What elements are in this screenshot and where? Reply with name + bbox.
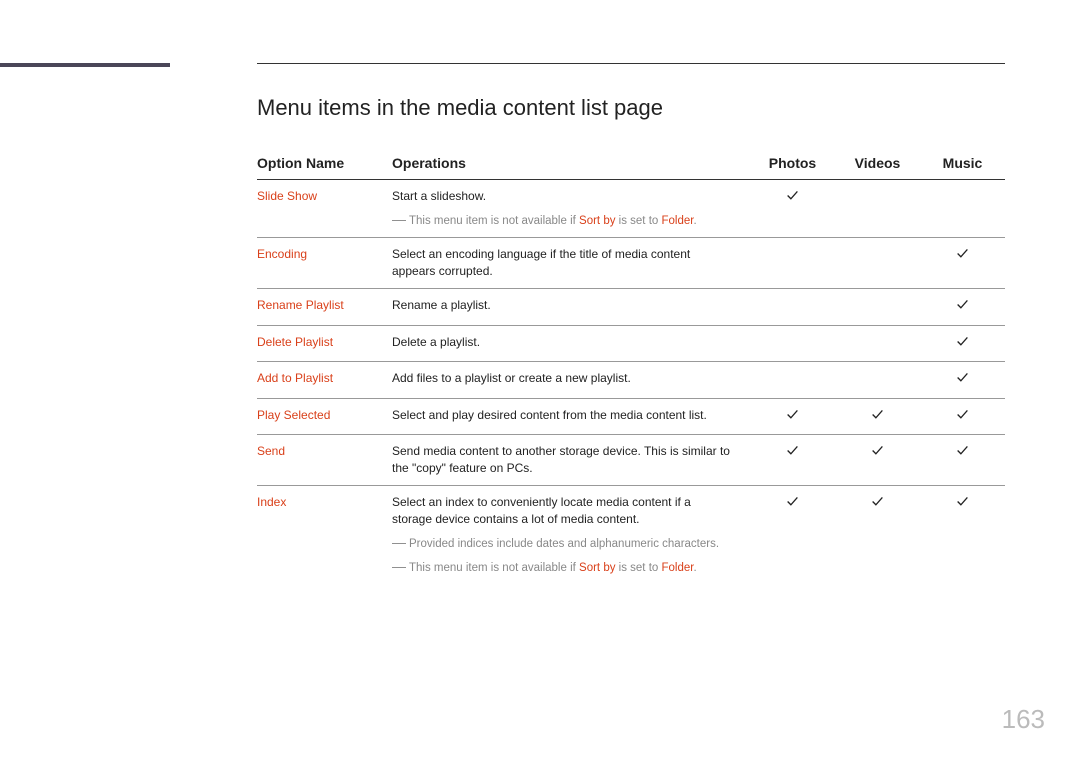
operations-cell: Add files to a playlist or create a new … bbox=[392, 362, 750, 399]
videos-cell bbox=[835, 180, 920, 238]
operations-description: Send media content to another storage de… bbox=[392, 443, 730, 477]
photos-cell bbox=[750, 238, 835, 289]
note-mid: is set to bbox=[615, 215, 661, 227]
operations-description: Select and play desired content from the… bbox=[392, 407, 730, 424]
note-text: ―This menu item is not available if Sort… bbox=[392, 557, 730, 577]
note-text: ―Provided indices include dates and alph… bbox=[392, 533, 730, 553]
photos-cell bbox=[750, 362, 835, 399]
table-header-row: Option Name Operations Photos Videos Mus… bbox=[257, 149, 1005, 180]
videos-cell bbox=[835, 238, 920, 289]
check-icon bbox=[871, 408, 884, 424]
photos-cell bbox=[750, 325, 835, 362]
table-row: Play SelectedSelect and play desired con… bbox=[257, 398, 1005, 435]
photos-cell bbox=[750, 398, 835, 435]
option-name-cell: Encoding bbox=[257, 238, 392, 289]
page-content: Menu items in the media content list pag… bbox=[257, 95, 1005, 585]
option-name-cell: Play Selected bbox=[257, 398, 392, 435]
music-cell bbox=[920, 325, 1005, 362]
note-highlight: Folder bbox=[662, 562, 694, 574]
header-operations: Operations bbox=[392, 149, 750, 180]
top-horizontal-rule bbox=[257, 63, 1005, 64]
operations-description: Select an encoding language if the title… bbox=[392, 246, 730, 280]
operations-cell: Select an encoding language if the title… bbox=[392, 238, 750, 289]
page-title: Menu items in the media content list pag… bbox=[257, 95, 1005, 121]
check-icon bbox=[786, 444, 799, 460]
option-name-cell: Delete Playlist bbox=[257, 325, 392, 362]
photos-cell bbox=[750, 180, 835, 238]
option-name-cell: Slide Show bbox=[257, 180, 392, 238]
note-dash-icon: ― bbox=[392, 211, 406, 227]
check-icon bbox=[956, 247, 969, 263]
note-dash-icon: ― bbox=[392, 558, 406, 574]
decorative-accent-bar bbox=[0, 63, 170, 67]
photos-cell bbox=[750, 435, 835, 486]
note-prefix: This menu item is not available if bbox=[409, 562, 579, 574]
operations-cell: Start a slideshow. ―This menu item is not… bbox=[392, 180, 750, 238]
operations-description: Add files to a playlist or create a new … bbox=[392, 370, 730, 387]
music-cell bbox=[920, 238, 1005, 289]
option-name-cell: Send bbox=[257, 435, 392, 486]
option-name-cell: Rename Playlist bbox=[257, 288, 392, 325]
check-icon bbox=[786, 189, 799, 205]
check-icon bbox=[871, 444, 884, 460]
photos-cell bbox=[750, 485, 835, 584]
option-name-cell: Index bbox=[257, 485, 392, 584]
option-name-cell: Add to Playlist bbox=[257, 362, 392, 399]
videos-cell bbox=[835, 485, 920, 584]
operations-description: Start a slideshow. bbox=[392, 188, 730, 205]
header-photos: Photos bbox=[750, 149, 835, 180]
operations-cell: Delete a playlist. bbox=[392, 325, 750, 362]
operations-description: Delete a playlist. bbox=[392, 334, 730, 351]
music-cell bbox=[920, 435, 1005, 486]
check-icon bbox=[956, 495, 969, 511]
music-cell bbox=[920, 362, 1005, 399]
header-music: Music bbox=[920, 149, 1005, 180]
videos-cell bbox=[835, 288, 920, 325]
note-text: ―This menu item is not available if Sort… bbox=[392, 210, 730, 230]
menu-items-table: Option Name Operations Photos Videos Mus… bbox=[257, 149, 1005, 585]
note-mid: is set to bbox=[615, 562, 661, 574]
operations-cell: Rename a playlist. bbox=[392, 288, 750, 325]
operations-cell: Select and play desired content from the… bbox=[392, 398, 750, 435]
check-icon bbox=[786, 495, 799, 511]
operations-description: Select an index to conveniently locate m… bbox=[392, 494, 730, 528]
table-row: SendSend media content to another storag… bbox=[257, 435, 1005, 486]
check-icon bbox=[956, 335, 969, 351]
videos-cell bbox=[835, 398, 920, 435]
note-suffix: . bbox=[693, 215, 696, 227]
note-highlight: Sort by bbox=[579, 215, 615, 227]
header-option-name: Option Name bbox=[257, 149, 392, 180]
table-row: IndexSelect an index to conveniently loc… bbox=[257, 485, 1005, 584]
music-cell bbox=[920, 485, 1005, 584]
music-cell bbox=[920, 180, 1005, 238]
music-cell bbox=[920, 288, 1005, 325]
note-dash-icon: ― bbox=[392, 534, 406, 550]
music-cell bbox=[920, 398, 1005, 435]
check-icon bbox=[956, 371, 969, 387]
check-icon bbox=[871, 495, 884, 511]
operations-cell: Select an index to conveniently locate m… bbox=[392, 485, 750, 584]
note-prefix: This menu item is not available if bbox=[409, 215, 579, 227]
table-row: Slide ShowStart a slideshow. ―This menu i… bbox=[257, 180, 1005, 238]
note-highlight: Folder bbox=[662, 215, 694, 227]
check-icon bbox=[956, 444, 969, 460]
check-icon bbox=[786, 408, 799, 424]
videos-cell bbox=[835, 435, 920, 486]
table-row: Delete PlaylistDelete a playlist. bbox=[257, 325, 1005, 362]
check-icon bbox=[956, 408, 969, 424]
check-icon bbox=[956, 298, 969, 314]
note-prefix: Provided indices include dates and alpha… bbox=[409, 538, 719, 550]
videos-cell bbox=[835, 362, 920, 399]
note-suffix: . bbox=[693, 562, 696, 574]
note-highlight: Sort by bbox=[579, 562, 615, 574]
table-row: EncodingSelect an encoding language if t… bbox=[257, 238, 1005, 289]
operations-cell: Send media content to another storage de… bbox=[392, 435, 750, 486]
photos-cell bbox=[750, 288, 835, 325]
videos-cell bbox=[835, 325, 920, 362]
table-row: Rename PlaylistRename a playlist. bbox=[257, 288, 1005, 325]
header-videos: Videos bbox=[835, 149, 920, 180]
page-number: 163 bbox=[1002, 704, 1045, 735]
table-row: Add to PlaylistAdd files to a playlist o… bbox=[257, 362, 1005, 399]
operations-description: Rename a playlist. bbox=[392, 297, 730, 314]
